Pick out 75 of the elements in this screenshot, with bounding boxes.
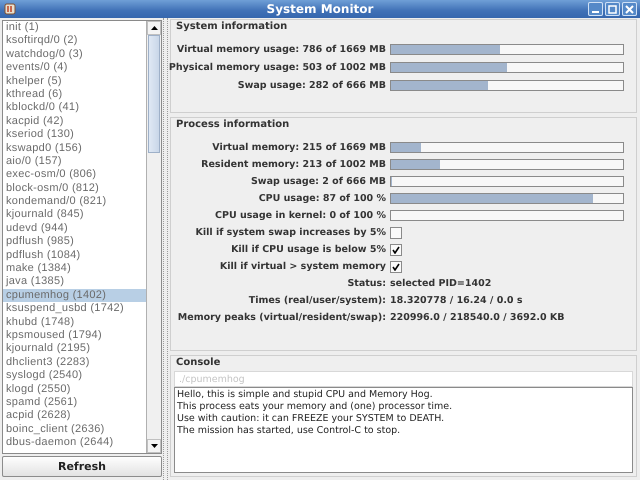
console-line: This process eats your memory and (one) processor time.: [177, 401, 454, 413]
section-title: Console: [175, 356, 222, 369]
checkbox-label: Kill if system swap increases by 5%: [196, 226, 386, 240]
app-icon: [4, 3, 16, 15]
minimize-icon: [592, 10, 599, 12]
field-label: Status:: [347, 277, 386, 291]
process-list-item[interactable]: init (1): [3, 21, 146, 34]
process-list-item[interactable]: acpid (2628): [3, 409, 146, 423]
process-list-item[interactable]: cpumemhog (1402): [3, 288, 146, 302]
checkbox[interactable]: [390, 244, 402, 256]
checkbox[interactable]: [390, 260, 402, 272]
bar-label: Resident memory: 213 of 1002 MB: [201, 158, 386, 172]
field-label: Memory peaks (virtual/resident/swap):: [178, 311, 386, 325]
process-list-item[interactable]: ksuspend_usbd (1742): [3, 302, 146, 316]
bar-label: Virtual memory: 215 of 1669 MB: [212, 141, 386, 155]
up-arrow-icon: [150, 26, 158, 30]
process-list-item[interactable]: ksoftirqd/0 (2): [3, 34, 146, 48]
checkbox-label: Kill if virtual > system memory: [220, 260, 386, 274]
process-list-item[interactable]: boinc_client (2636): [3, 422, 146, 436]
process-list-item[interactable]: make (1384): [3, 262, 146, 276]
field-label: Times (real/user/system):: [248, 294, 386, 308]
process-list-item[interactable]: watchdog/0 (3): [3, 48, 146, 62]
close-icon: [625, 4, 634, 14]
close-button[interactable]: [622, 2, 637, 16]
scrollbar[interactable]: [146, 21, 161, 453]
maximize-icon: [608, 4, 617, 14]
checkbox[interactable]: [390, 226, 402, 238]
scroll-up-button[interactable]: [147, 21, 161, 35]
refresh-button[interactable]: Refresh: [2, 456, 162, 477]
down-arrow-icon: [150, 444, 158, 448]
process-list-item[interactable]: kseriod (130): [3, 128, 146, 142]
bar-label: CPU usage: 87 of 100 %: [258, 192, 386, 206]
process-list-item[interactable]: khubd (1748): [3, 316, 146, 329]
console-line: Hello, this is simple and stupid CPU and Memory Hog.: [177, 389, 434, 401]
process-list-item[interactable]: kjournald (2195): [3, 342, 146, 356]
field-value: 220996.0 / 218540.0 / 3692.0 KB: [390, 312, 564, 323]
section-title: System information: [175, 20, 288, 33]
bar-label: Swap usage: 2 of 666 MB: [250, 175, 386, 189]
scroll-down-button[interactable]: [147, 439, 161, 453]
process-list-item[interactable]: kthread (6): [3, 88, 146, 102]
window-title: System Monitor: [266, 2, 374, 16]
process-list-item[interactable]: java (1385): [3, 275, 146, 289]
process-list-item[interactable]: kondemand/0 (821): [3, 195, 146, 208]
process-list-item[interactable]: klogd (2550): [3, 382, 146, 396]
process-list-item[interactable]: udevd (944): [3, 222, 146, 236]
process-list-item[interactable]: exec-osm/0 (806): [3, 168, 146, 182]
process-list-item[interactable]: khelper (5): [3, 74, 146, 88]
scroll-thumb[interactable]: [148, 35, 160, 153]
bar-label: Physical memory usage: 503 of 1002 MB: [168, 61, 386, 75]
process-list-item[interactable]: events/0 (4): [3, 61, 146, 75]
console-line: The mission has started, use Control-C to stop.: [177, 425, 402, 437]
console-line: Use with caution: it can FREEZE your SYSTEM to DEATH.: [177, 413, 446, 425]
minimize-button[interactable]: [588, 2, 603, 16]
process-list-item[interactable]: spamd (2561): [3, 396, 146, 410]
process-list-item[interactable]: kpsmoused (1794): [3, 328, 146, 342]
maximize-button[interactable]: [605, 2, 620, 16]
process-list-item[interactable]: syslogd (2540): [3, 369, 146, 383]
process-list-item[interactable]: pdflush (985): [3, 235, 146, 249]
process-list-item[interactable]: block-osm/0 (812): [3, 182, 146, 196]
process-list-item[interactable]: kacpid (42): [3, 114, 146, 128]
process-list-item[interactable]: dhclient3 (2283): [3, 356, 146, 370]
process-list-item[interactable]: kjournald (845): [3, 208, 146, 222]
bar-label: Swap usage: 282 of 666 MB: [238, 79, 386, 93]
checkbox-label: Kill if CPU usage is below 5%: [231, 243, 386, 257]
section-title: Process information: [175, 118, 290, 131]
field-value: selected PID=1402: [390, 278, 492, 289]
process-list-item[interactable]: dbus-daemon (2644): [3, 436, 146, 450]
bar-label: Virtual memory usage: 786 of 1669 MB: [176, 43, 386, 57]
process-list-item[interactable]: kswapd0 (156): [3, 142, 146, 155]
process-list-item[interactable]: kblockd/0 (41): [3, 101, 146, 115]
field-value: 18.320778 / 16.24 / 0.0 s: [390, 295, 522, 306]
bar-label: CPU usage in kernel: 0 of 100 %: [215, 209, 386, 223]
command-input-field[interactable]: ./cpumemhog: [174, 371, 633, 387]
process-list-item[interactable]: aio/0 (157): [3, 154, 146, 168]
process-list-item[interactable]: pdflush (1084): [3, 248, 146, 262]
